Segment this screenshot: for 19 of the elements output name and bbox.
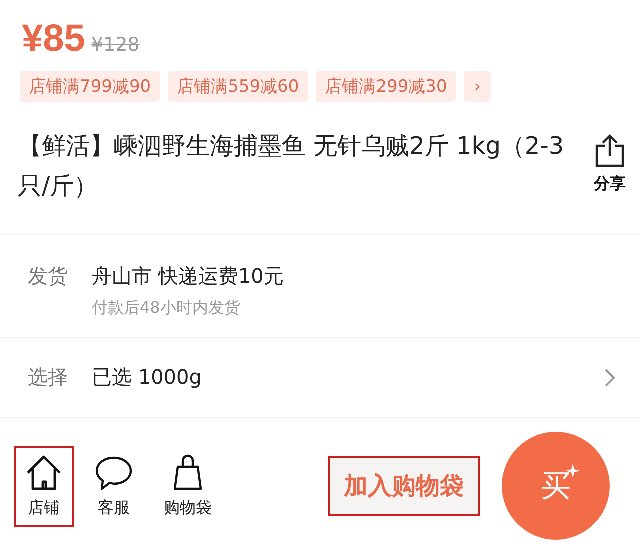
add-to-bag-button[interactable]: 加入购物袋	[328, 456, 480, 516]
chevron-right-icon	[604, 368, 616, 388]
product-title: 【鲜活】嵊泗野生海捕墨鱼 无针乌贼2斤 1kg（2-3只/斤）	[18, 131, 566, 202]
share-icon	[594, 134, 626, 168]
original-price: ¥128	[91, 34, 140, 56]
shipping-note: 付款后48小时内发货	[92, 298, 242, 319]
nav-button[interactable]: 客服	[84, 446, 144, 526]
shipping-info: 舟山市 快递运费10元	[92, 263, 284, 290]
more-coupons-button[interactable]: ›	[464, 71, 492, 102]
current-price: ¥85	[22, 18, 86, 61]
nav-button[interactable]: 店铺	[14, 446, 74, 526]
coupon-tag[interactable]: 店铺满559减60	[168, 71, 308, 102]
coupon-tag[interactable]: 店铺满299减30	[316, 71, 456, 102]
share-button[interactable]: 分享	[574, 126, 626, 206]
shipping-label: 发货	[28, 263, 68, 290]
coupon-tag[interactable]: 店铺满799减90	[20, 71, 160, 102]
nav-button[interactable]: 购物袋	[154, 446, 222, 526]
buy-button[interactable]: 买	[502, 432, 610, 540]
spec-selector[interactable]: 选择 已选 1000g	[0, 338, 640, 417]
